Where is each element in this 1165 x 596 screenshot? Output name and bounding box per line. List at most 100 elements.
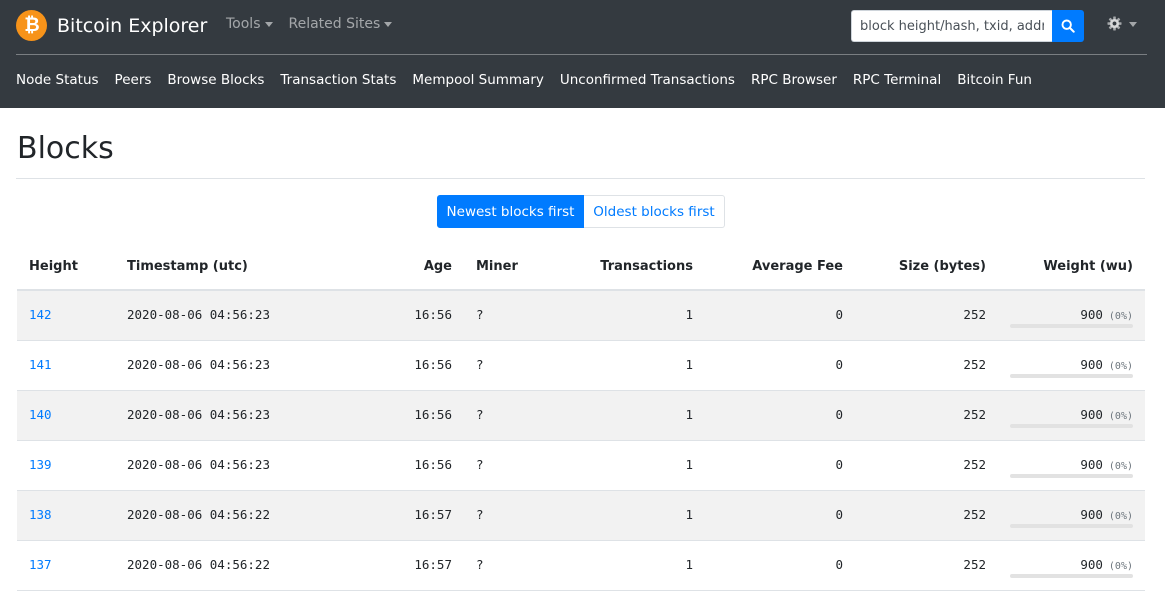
size-cell: 252 xyxy=(963,357,986,372)
related-sites-dropdown-label: Related Sites xyxy=(288,16,381,32)
settings-dropdown[interactable] xyxy=(1107,16,1137,31)
nav-bitcoin-fun[interactable]: Bitcoin Fun xyxy=(957,72,1032,88)
block-height-link[interactable]: 139 xyxy=(29,457,52,472)
block-height-link[interactable]: 138 xyxy=(29,507,52,522)
nav-browse-blocks[interactable]: Browse Blocks xyxy=(167,72,264,88)
table-body: 142 2020-08-06 04:56:23 16:56? 1 0 252 900 (0%)… xyxy=(17,291,1145,591)
height-cell: 139 xyxy=(29,457,52,472)
transactions-cell: 1 xyxy=(685,307,693,322)
nav-rpc-terminal[interactable]: RPC Terminal xyxy=(853,72,941,88)
related-sites-dropdown[interactable]: Related Sites xyxy=(289,16,393,32)
table-row: 137 2020-08-06 04:56:22 16:57? 1 0 252 900 (0%) xyxy=(17,541,1145,591)
table-header: Height Timestamp (utc) Age Miner Transac… xyxy=(17,243,1145,291)
col-size: Size (bytes) xyxy=(898,259,986,274)
weight-progress-bar xyxy=(1010,524,1133,528)
size-cell: 252 xyxy=(963,507,986,522)
average-fee-cell: 0 xyxy=(835,557,843,572)
oldest-first-button[interactable]: Oldest blocks first xyxy=(584,195,725,228)
size-cell: 252 xyxy=(963,407,986,422)
nav-peers[interactable]: Peers xyxy=(115,72,152,88)
size-cell: 252 xyxy=(963,307,986,322)
timestamp-cell: 2020-08-06 04:56:23 xyxy=(127,307,270,322)
weight-value: 900 xyxy=(1080,357,1103,372)
block-height-link[interactable]: 140 xyxy=(29,407,52,422)
average-fee-cell: 0 xyxy=(835,457,843,472)
blocks-table: Height Timestamp (utc) Age Miner Transac… xyxy=(17,243,1145,591)
timestamp-cell: 2020-08-06 04:56:23 xyxy=(127,457,270,472)
table-row: 139 2020-08-06 04:56:23 16:56? 1 0 252 900 (0%) xyxy=(17,441,1145,491)
brand-link[interactable]: ₿ Bitcoin Explorer xyxy=(16,10,207,41)
timestamp-cell: 2020-08-06 04:56:23 xyxy=(127,407,270,422)
tools-dropdown-label: Tools xyxy=(226,16,261,32)
height-cell: 137 xyxy=(29,557,52,572)
weight-cell: 900 (0%) xyxy=(1080,307,1133,322)
age-cell: 16:56 xyxy=(414,357,452,372)
weight-cell: 900 (0%) xyxy=(1080,407,1133,422)
table-row: 141 2020-08-06 04:56:23 16:56? 1 0 252 900 (0%) xyxy=(17,341,1145,391)
nav-node-status[interactable]: Node Status xyxy=(16,72,99,88)
title-divider xyxy=(16,178,1145,179)
transactions-cell: 1 xyxy=(685,407,693,422)
navbar: ₿ Bitcoin Explorer Tools Related Sites b… xyxy=(0,0,1165,108)
miner-cell: ? xyxy=(476,457,484,472)
transactions-cell: 1 xyxy=(685,507,693,522)
height-cell: 138 xyxy=(29,507,52,522)
age-cell: 16:56 xyxy=(414,457,452,472)
transactions-cell: 1 xyxy=(685,557,693,572)
gear-icon xyxy=(1107,16,1122,31)
sort-toggle: Newest blocks first Oldest blocks first xyxy=(437,195,725,228)
search-form xyxy=(851,10,1084,42)
weight-value: 900 xyxy=(1080,507,1103,522)
weight-value: 900 xyxy=(1080,307,1103,322)
transactions-cell: 1 xyxy=(685,357,693,372)
col-age: Age xyxy=(423,259,452,274)
weight-cell: 900 (0%) xyxy=(1080,357,1133,372)
block-height-link[interactable]: 141 xyxy=(29,357,52,372)
age-cell: 16:57 xyxy=(414,507,452,522)
col-transactions: Transactions xyxy=(600,259,693,274)
miner-cell: ? xyxy=(476,507,484,522)
nav-mempool-summary[interactable]: Mempool Summary xyxy=(412,72,543,88)
weight-value: 900 xyxy=(1080,407,1103,422)
search-button[interactable] xyxy=(1052,10,1084,42)
weight-value: 900 xyxy=(1080,457,1103,472)
nav-unconfirmed-transactions[interactable]: Unconfirmed Transactions xyxy=(560,72,735,88)
block-height-link[interactable]: 142 xyxy=(29,307,52,322)
miner-cell: ? xyxy=(476,357,484,372)
block-height-link[interactable]: 137 xyxy=(29,557,52,572)
weight-percent: (0%) xyxy=(1108,461,1133,472)
miner-cell: ? xyxy=(476,557,484,572)
size-cell: 252 xyxy=(963,457,986,472)
size-cell: 252 xyxy=(963,557,986,572)
average-fee-cell: 0 xyxy=(835,307,843,322)
newest-first-button[interactable]: Newest blocks first xyxy=(437,195,584,228)
col-height: Height xyxy=(29,259,78,274)
average-fee-cell: 0 xyxy=(835,407,843,422)
chevron-down-icon xyxy=(384,22,393,27)
average-fee-cell: 0 xyxy=(835,507,843,522)
miner-cell: ? xyxy=(476,307,484,322)
table-row: 142 2020-08-06 04:56:23 16:56? 1 0 252 900 (0%) xyxy=(17,291,1145,341)
brand-name: Bitcoin Explorer xyxy=(57,14,208,37)
weight-progress-bar xyxy=(1010,324,1133,328)
transactions-cell: 1 xyxy=(685,457,693,472)
weight-percent: (0%) xyxy=(1108,311,1133,322)
weight-percent: (0%) xyxy=(1108,561,1133,572)
nav-rpc-browser[interactable]: RPC Browser xyxy=(751,72,837,88)
height-cell: 141 xyxy=(29,357,52,372)
weight-percent: (0%) xyxy=(1108,361,1133,372)
weight-percent: (0%) xyxy=(1108,511,1133,522)
page-title: Blocks xyxy=(17,131,114,166)
weight-progress-bar xyxy=(1010,374,1133,378)
search-input[interactable] xyxy=(851,10,1052,42)
age-cell: 16:56 xyxy=(414,307,452,322)
timestamp-cell: 2020-08-06 04:56:22 xyxy=(127,507,270,522)
navbar-divider xyxy=(16,54,1147,55)
nav-transaction-stats[interactable]: Transaction Stats xyxy=(280,72,396,88)
timestamp-cell: 2020-08-06 04:56:23 xyxy=(127,357,270,372)
table-row: 138 2020-08-06 04:56:22 16:57? 1 0 252 900 (0%) xyxy=(17,491,1145,541)
tools-dropdown[interactable]: Tools xyxy=(226,16,273,32)
chevron-down-icon xyxy=(264,22,273,27)
col-average-fee: Average Fee xyxy=(752,259,843,274)
col-weight: Weight (wu) xyxy=(1043,259,1133,274)
